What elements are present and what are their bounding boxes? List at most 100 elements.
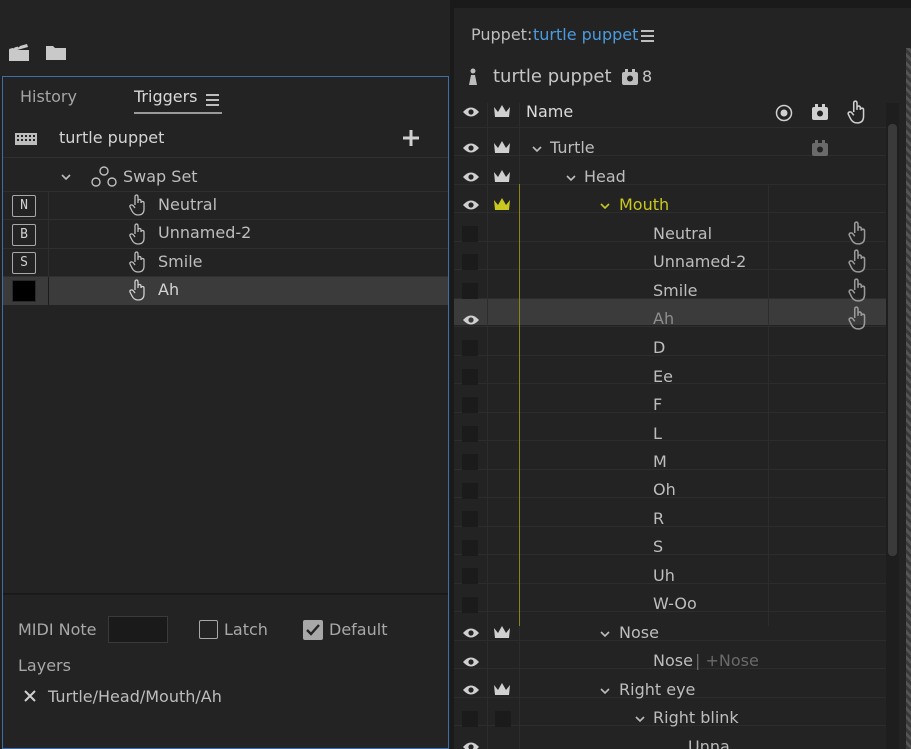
chevron-down-icon[interactable] [600,629,610,639]
trigger-key[interactable]: S [12,252,36,274]
independence-header-crown-icon [494,105,510,117]
tree-node-label[interactable]: Neutral [653,224,712,243]
chevron-down-icon[interactable] [600,686,610,696]
tree-node-label[interactable]: F [653,395,662,414]
puppet-panel: Puppet: turtle puppet turtle puppet 8 Na… [454,0,911,749]
latch-checkbox[interactable] [199,620,218,639]
visibility-eye-icon[interactable] [462,142,480,154]
tree-node-label[interactable]: S [653,537,663,556]
puppet-title: turtle puppet [493,66,612,87]
tree-node-label[interactable]: Right eye [619,680,695,699]
chevron-down-icon[interactable] [532,144,542,154]
tree-node-label[interactable]: Uh [653,566,675,585]
behavior-icon [622,69,638,85]
clapperboard-icon[interactable] [8,42,30,62]
add-trigger-icon[interactable] [402,129,420,147]
behavior-icon [812,140,828,156]
triggers-panel: History Triggers turtle puppet Swap Set [2,76,449,749]
checkmark-icon [306,624,320,636]
puppet-icon [469,68,477,85]
layer-path: Turtle/Head/Mouth/Ah [48,687,222,706]
tree-node-label[interactable]: Ah [653,309,674,328]
trigger-hand-icon [129,279,145,301]
tree-node-label[interactable]: L [653,424,662,443]
chevron-down-icon[interactable] [635,714,645,724]
trigger-label: Neutral [158,195,218,214]
trigger-hand-icon [848,249,866,273]
tree-node-label[interactable]: R [653,509,664,528]
chevron-down-icon[interactable] [61,172,71,182]
trigger-key[interactable]: N [12,195,36,217]
triggers-column-icon [847,100,865,124]
project-toolbar [0,0,450,76]
tree-node-label[interactable]: W-Oo [653,594,697,613]
tree-node-label[interactable]: Turtle [550,138,595,157]
panel-menu-icon[interactable] [206,94,219,106]
trigger-hand-icon [129,194,145,216]
scrollbar-thumb[interactable] [888,124,897,556]
puppet-panel-menu-icon[interactable] [641,30,654,42]
trigger-label: Unnamed-2 [158,223,252,242]
visibility-header-eye-icon [463,107,479,117]
visibility-eye-icon[interactable] [462,741,480,749]
trigger-hand-icon [848,221,866,245]
tree-node-label[interactable]: M [653,452,667,471]
active-tab-indicator [134,112,222,114]
visibility-eye-icon[interactable] [462,627,480,639]
trigger-hand-icon [129,251,145,273]
chevron-down-icon[interactable] [566,173,576,183]
visibility-eye-icon[interactable] [462,684,480,696]
layers-label: Layers [18,656,71,675]
canvas-edge [906,48,911,749]
trigger-label: Ah [158,280,180,299]
trigger-row[interactable]: B Unnamed-2 [3,220,448,248]
tab-history[interactable]: History [20,87,77,106]
default-checkbox[interactable] [303,620,323,640]
midi-note-input[interactable] [108,616,168,643]
latch-label: Latch [224,620,268,639]
trigger-row[interactable]: N Neutral [3,191,448,219]
tree-node-label[interactable]: Unnamed-2 [653,252,746,271]
visibility-eye-icon[interactable] [462,171,480,183]
tree-node-label[interactable]: Smile [653,281,697,300]
swap-set-icon [91,166,117,187]
trigger-row-selected[interactable]: Ah [3,277,448,305]
tree-node-label[interactable]: Ee [653,367,673,386]
tree-node-label[interactable]: D [653,338,665,357]
folder-icon[interactable] [45,44,67,61]
visibility-eye-icon[interactable] [462,314,480,326]
tree-node-label[interactable]: Right blink [653,708,739,727]
trigger-key-empty[interactable] [12,280,36,302]
behaviors-column-icon [812,104,828,120]
visibility-eye-icon[interactable] [462,199,480,211]
swap-set-label: Swap Set [123,167,198,186]
crown-icon-active[interactable] [493,196,511,212]
trigger-row[interactable]: S Smile [3,249,448,277]
tree-node-label[interactable]: Mouth [619,195,669,214]
remove-layer-icon[interactable] [23,689,37,703]
crown-icon[interactable] [493,624,511,640]
puppet-panel-name[interactable]: turtle puppet [533,25,638,44]
visibility-eye-icon[interactable] [462,656,480,668]
trigger-hand-icon [848,306,866,330]
tab-triggers[interactable]: Triggers [134,87,198,106]
trigger-hand-icon [848,278,866,302]
tree-node-label[interactable]: Unna... [688,737,745,749]
crown-icon[interactable] [493,168,511,184]
trigger-puppet-title: turtle puppet [59,128,165,147]
tree-node-label[interactable]: Head [584,167,626,186]
name-column-header[interactable]: Name [526,102,573,121]
behavior-count: 8 [642,67,653,86]
keyboard-icon [15,133,37,145]
puppet-panel-prefix: Puppet: [471,25,533,44]
trigger-key[interactable]: B [12,224,36,246]
origin-column-icon [775,104,793,122]
crown-icon[interactable] [493,139,511,155]
midi-note-label: MIDI Note [18,620,97,639]
chevron-down-icon[interactable] [600,201,610,211]
crown-icon[interactable] [493,681,511,697]
tree-node-label[interactable]: Oh [653,480,676,499]
tree-node-label[interactable]: Nose [653,651,693,670]
tree-node-label[interactable]: Nose [619,623,659,642]
left-column: History Triggers turtle puppet Swap Set [0,0,450,749]
